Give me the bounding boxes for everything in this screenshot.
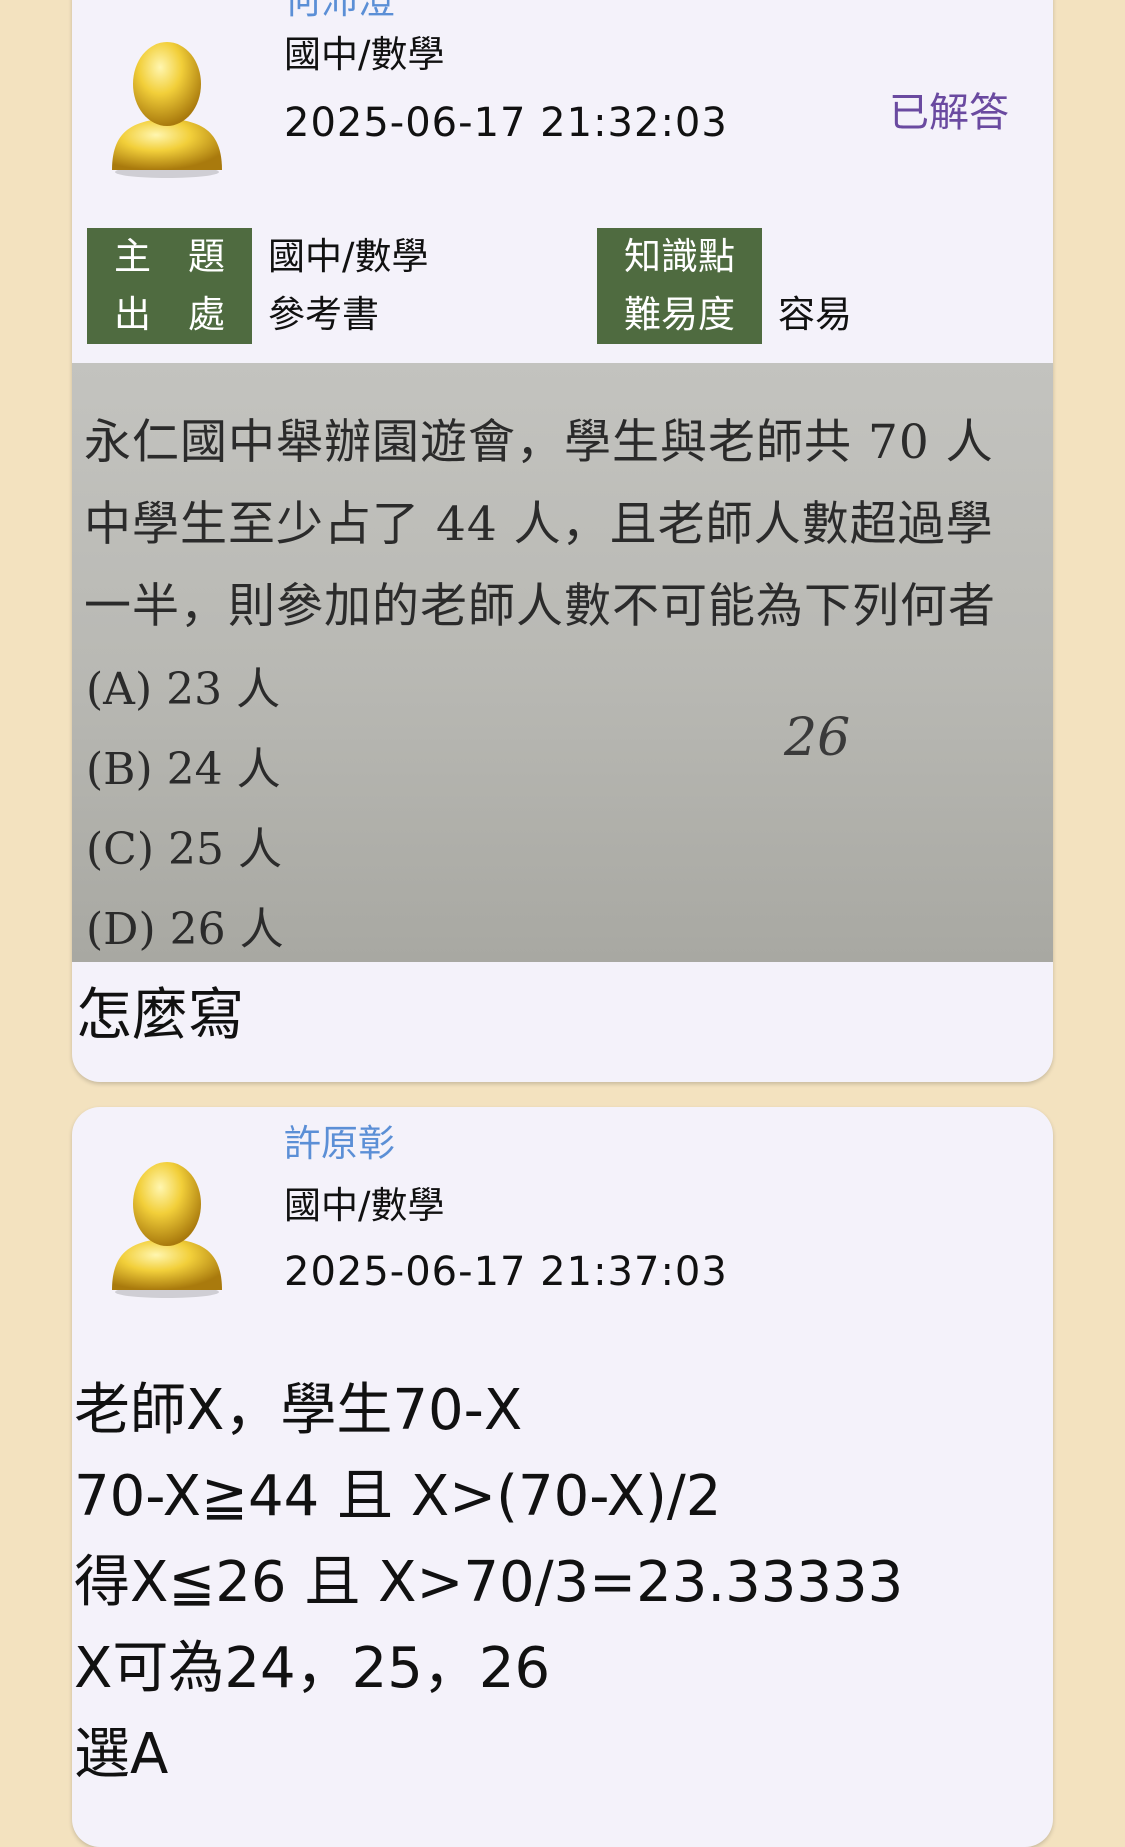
status-badge: 已解答 [889,90,1009,136]
source-value: 參考書 [268,293,379,336]
author-name[interactable]: 許原彰 [284,1113,395,1167]
handwritten-note: 26 [784,708,851,768]
answer-line: 70-X≧44 且 X>(70-X)/2 [74,1464,722,1529]
answer-line: 選A [74,1722,169,1787]
photo-option: (B) 24 人 [86,744,281,795]
question-text: 怎麼寫 [76,983,244,1048]
question-photo[interactable]: 永仁國中舉辦園遊會，學生與老師共 70 人 中學生至少占了 44 人，且老師人數… [72,363,1053,962]
photo-text-line: 中學生至少占了 44 人，且老師人數超過學 [84,497,994,552]
author-name[interactable]: 何沛澄 [284,0,395,24]
photo-text-line: 永仁國中舉辦園遊會，學生與老師共 70 人 [84,415,994,470]
photo-option: (A) 23 人 [86,664,281,715]
source-label: 出 處 [87,286,252,344]
difficulty-label: 難易度 [597,286,762,344]
answer-line: X可為24，25，26 [74,1636,551,1701]
answer-card[interactable]: 許原彰 國中/數學 2025-06-17 21:37:03 老師X，學生70-X… [72,1107,1053,1847]
question-card[interactable]: 何沛澄 國中/數學 2025-06-17 21:32:03 已解答 主 題 出 … [72,0,1053,1082]
answer-line: 老師X，學生70-X [74,1378,523,1443]
timestamp: 2025-06-17 21:37:03 [284,1249,728,1295]
category-label: 國中/數學 [284,33,445,76]
avatar-icon[interactable] [102,32,232,182]
photo-option: (D) 26 人 [86,904,284,955]
avatar-icon[interactable] [102,1152,232,1302]
topic-value: 國中/數學 [268,235,429,278]
answer-line: 得X≦26 且 X>70/3=23.33333 [74,1550,904,1615]
timestamp: 2025-06-17 21:32:03 [284,100,728,146]
photo-option: (C) 25 人 [86,824,282,875]
difficulty-value: 容易 [778,293,852,336]
knowledge-label: 知識點 [597,228,762,286]
topic-label: 主 題 [87,228,252,286]
category-label: 國中/數學 [284,1184,445,1227]
photo-text-line: 一半，則參加的老師人數不可能為下列何者 [84,579,996,634]
